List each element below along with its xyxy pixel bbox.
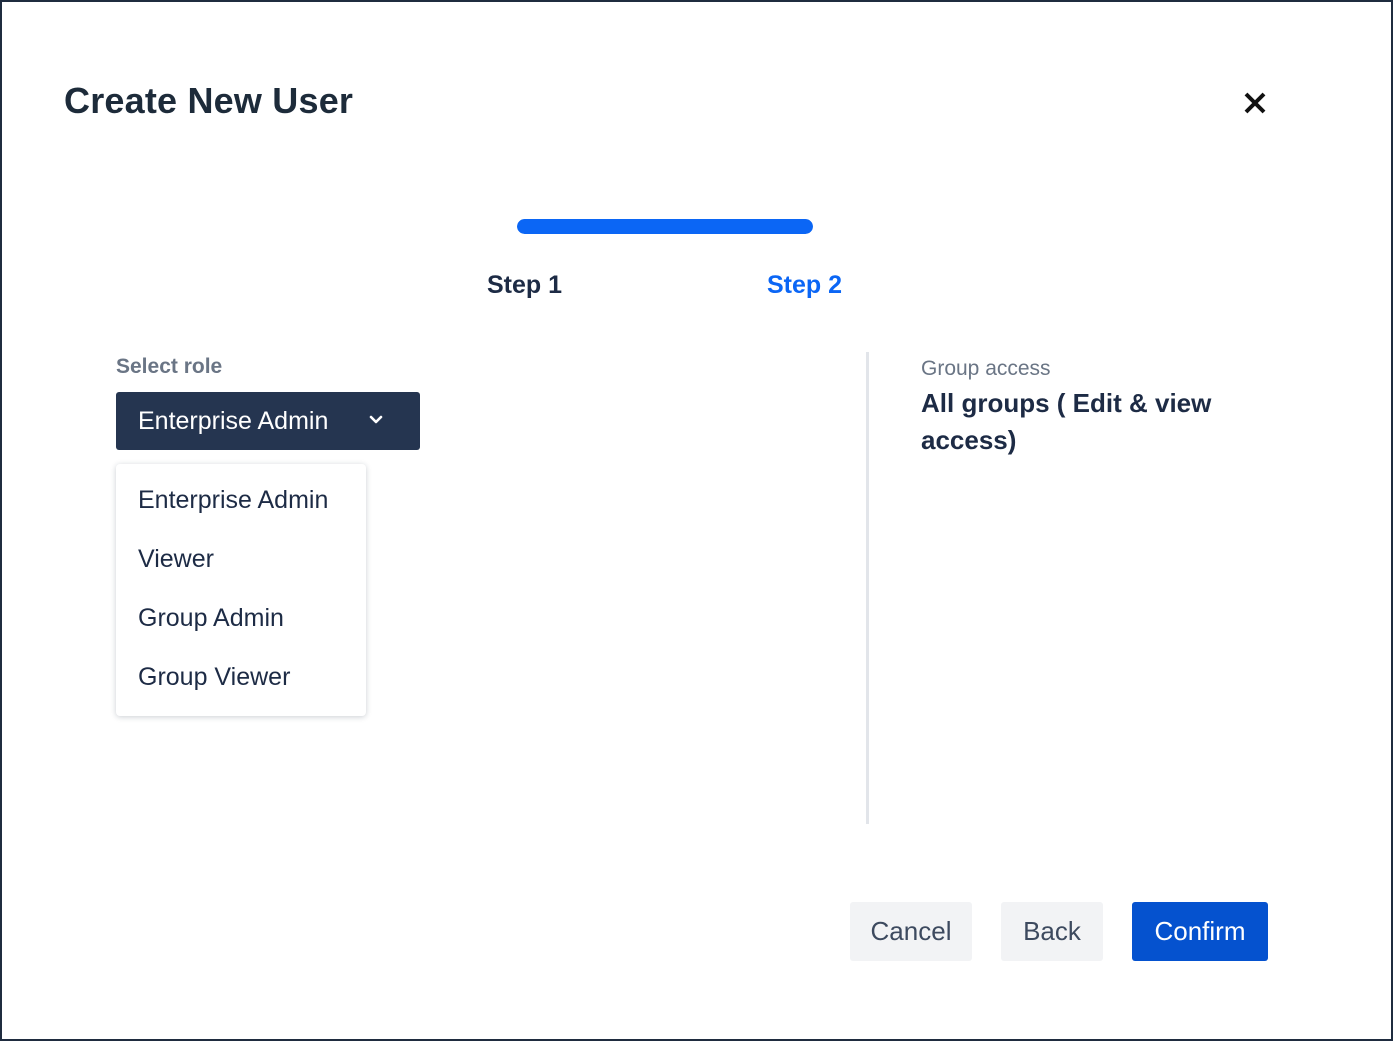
role-select-dropdown[interactable]: Enterprise Admin xyxy=(116,392,420,450)
role-select-value: Enterprise Admin xyxy=(138,406,329,435)
close-icon[interactable] xyxy=(1238,86,1272,120)
confirm-button[interactable]: Confirm xyxy=(1132,902,1268,961)
role-option-group-viewer[interactable]: Group Viewer xyxy=(138,663,290,692)
column-divider xyxy=(866,352,869,824)
step-progress-bar xyxy=(517,219,813,234)
dialog-title: Create New User xyxy=(64,80,354,121)
cancel-button[interactable]: Cancel xyxy=(850,902,972,961)
role-options-menu: Enterprise Admin Viewer Group Admin Grou… xyxy=(116,464,366,716)
role-option-group-admin[interactable]: Group Admin xyxy=(138,604,284,633)
create-user-dialog: Create New User Step 1 Step 2 Select rol… xyxy=(0,0,1393,1041)
role-option-enterprise-admin[interactable]: Enterprise Admin xyxy=(138,486,328,515)
close-button[interactable] xyxy=(1238,86,1272,120)
step-progress-fill xyxy=(517,219,813,234)
select-role-label: Select role xyxy=(116,355,223,378)
group-access-value: All groups ( Edit & view access) xyxy=(921,388,1212,455)
role-option-viewer[interactable]: Viewer xyxy=(138,545,214,574)
step-2-tab[interactable]: Step 2 xyxy=(767,271,842,300)
step-1-tab[interactable]: Step 1 xyxy=(487,271,562,300)
group-access-label: Group access xyxy=(921,357,1051,380)
back-button[interactable]: Back xyxy=(1001,902,1103,961)
chevron-down-icon xyxy=(369,415,383,424)
